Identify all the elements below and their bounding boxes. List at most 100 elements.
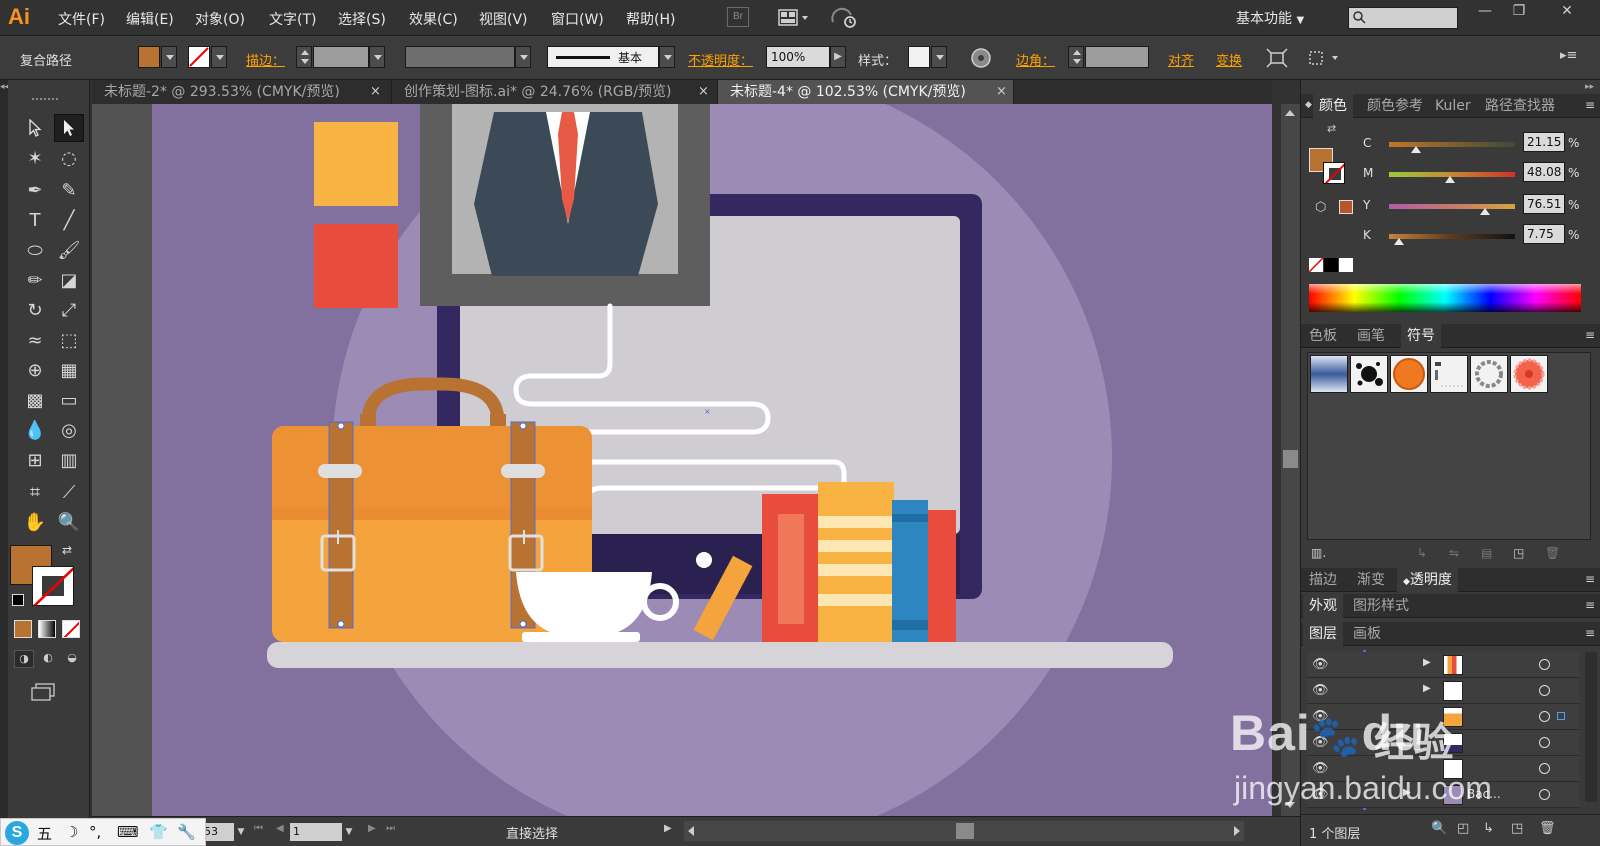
menu-file[interactable]: 文件(F) — [58, 9, 105, 29]
curvature-tool-icon[interactable]: ✎ — [54, 176, 84, 204]
draw-normal-icon[interactable]: ◑ — [14, 650, 34, 668]
menu-object[interactable]: 对象(O) — [195, 9, 245, 29]
corner-radius-stepper[interactable] — [1068, 46, 1084, 68]
layer-row[interactable]: 👁 ▶ — [1307, 678, 1579, 704]
artwork[interactable]: × — [92, 104, 1272, 816]
control-bar-menu-icon[interactable]: ▸≡ — [1560, 48, 1577, 63]
line-tool-icon[interactable]: ╱ — [54, 206, 84, 234]
opacity-arrow-icon[interactable]: ▶ — [830, 46, 846, 68]
corner-label[interactable]: 边角： — [1016, 50, 1055, 69]
tab-close-icon[interactable]: × — [996, 80, 1007, 104]
menu-window[interactable]: 窗口(W) — [551, 9, 604, 29]
magic-wand-tool-icon[interactable]: ✶ — [20, 144, 50, 172]
isolate-object-icon[interactable] — [1266, 48, 1288, 72]
layer-target-icon[interactable] — [1539, 685, 1550, 696]
swap-fill-stroke-icon[interactable]: ⇄ — [1327, 122, 1336, 135]
layer-row[interactable]: 👁 — [1307, 730, 1579, 756]
visibility-eye-icon[interactable]: 👁 — [1312, 787, 1329, 802]
first-artboard-icon[interactable]: ⏮ — [254, 823, 263, 834]
symbol-daisy[interactable] — [1510, 355, 1548, 393]
stroke-weight-dropdown[interactable] — [369, 46, 385, 68]
visibility-eye-icon[interactable]: 👁 — [1312, 735, 1329, 750]
scroll-down-icon[interactable] — [1285, 802, 1295, 808]
expand-arrow-icon[interactable]: ▶ — [1423, 683, 1431, 694]
gradient-tool-icon[interactable]: ▭ — [54, 386, 84, 414]
opacity-input[interactable]: 100% — [766, 46, 830, 68]
tab-graphic-styles[interactable]: 图形样式 — [1353, 594, 1409, 618]
artboard-dropdown[interactable]: ▼ — [342, 823, 356, 841]
symbol-note-card[interactable] — [1430, 355, 1468, 393]
tab-stroke[interactable]: 描边 — [1309, 568, 1337, 592]
new-layer-icon[interactable]: ◳ — [1511, 821, 1523, 836]
toolbox-grip[interactable] — [32, 98, 58, 102]
blend-tool-icon[interactable]: ◎ — [54, 416, 84, 444]
menu-effect[interactable]: 效果(C) — [409, 9, 458, 29]
sogou-logo[interactable]: S — [5, 821, 29, 845]
sync-settings-icon[interactable] — [830, 7, 860, 33]
out-of-gamut-icon[interactable]: ⬡ — [1315, 200, 1326, 215]
gradient-mode-button[interactable] — [38, 620, 56, 638]
symbol-library-icon[interactable]: ▥. — [1311, 546, 1326, 560]
pencil-tool-icon[interactable]: ✏ — [20, 266, 50, 294]
column-graph-tool-icon[interactable]: ▥ — [54, 446, 84, 474]
black-slider-thumb[interactable] — [1393, 238, 1404, 245]
tab-gradient[interactable]: 渐变 — [1357, 568, 1385, 592]
arrange-documents-icon[interactable] — [778, 8, 814, 32]
panel-menu-icon[interactable]: ≡ — [1585, 328, 1595, 342]
zoom-dropdown[interactable]: ▼ — [234, 823, 248, 841]
align-label[interactable]: 对齐 — [1168, 50, 1194, 69]
ime-punctuation-icon[interactable]: °, — [89, 823, 101, 841]
bridge-button[interactable]: Br — [727, 7, 749, 27]
stroke-swatch[interactable] — [188, 46, 210, 68]
tab-kuler[interactable]: Kuler — [1435, 94, 1471, 118]
canvas[interactable]: × — [92, 104, 1272, 816]
scroll-right-icon[interactable] — [1234, 826, 1240, 836]
visibility-eye-icon[interactable]: 👁 — [1312, 709, 1329, 724]
layer-target-icon[interactable] — [1539, 711, 1550, 722]
tab-close-icon[interactable]: × — [370, 80, 381, 104]
arrange-icon[interactable] — [1306, 48, 1344, 72]
variable-width-dropdown[interactable] — [515, 46, 531, 68]
cyan-slider-thumb[interactable] — [1410, 146, 1421, 153]
rotate-tool-icon[interactable]: ↻ — [20, 296, 50, 324]
warp-tool-icon[interactable]: ≈ — [20, 326, 50, 354]
tab-appearance[interactable]: 外观 — [1303, 594, 1343, 618]
minimize-button[interactable]: — — [1468, 0, 1502, 22]
layer-row[interactable]: 👁 ▶ — [1307, 652, 1579, 678]
stroke-weight-stepper[interactable] — [296, 46, 312, 68]
symbol-blue-banner[interactable] — [1310, 355, 1348, 393]
stroke-weight-input[interactable] — [313, 46, 369, 68]
zoom-tool-icon[interactable]: 🔍 — [54, 508, 84, 536]
tab-artboards[interactable]: 画板 — [1353, 622, 1381, 646]
artboard-tool-icon[interactable]: ⌗ — [20, 478, 50, 506]
slice-tool-icon[interactable]: ⟋ — [54, 478, 84, 506]
layers-scrollbar[interactable] — [1585, 652, 1597, 802]
make-clipping-mask-icon[interactable]: ◰ — [1457, 821, 1469, 836]
color-mode-button[interactable] — [14, 620, 32, 638]
tab-transparency[interactable]: ◆透明度 — [1397, 568, 1458, 592]
visibility-eye-icon[interactable]: 👁 — [1312, 761, 1329, 776]
ellipse-tool-icon[interactable]: ⬭ — [20, 236, 50, 264]
tab-untitled-4[interactable]: 未标题-4* @ 102.53% (CMYK/预览) × — [718, 80, 1014, 104]
shape-builder-tool-icon[interactable]: ⊕ — [20, 356, 50, 384]
tab-untitled-2[interactable]: 未标题-2* @ 293.53% (CMYK/预览) × — [92, 80, 392, 104]
symbol-options-icon[interactable]: ▤ — [1481, 546, 1492, 560]
symbol-sprayer-tool-icon[interactable]: ⊞ — [20, 446, 50, 474]
prev-artboard-icon[interactable]: ◀ — [276, 823, 284, 834]
free-transform-tool-icon[interactable]: ⬚ — [54, 326, 84, 354]
scroll-left-icon[interactable] — [688, 826, 694, 836]
tab-brushes[interactable]: 画笔 — [1357, 324, 1385, 348]
stroke-color-box[interactable] — [32, 566, 74, 606]
ime-input-mode[interactable]: 五 — [37, 823, 52, 844]
search-input[interactable] — [1348, 7, 1458, 29]
yellow-value[interactable]: 76.51 — [1523, 194, 1565, 214]
h-scroll-thumb[interactable] — [956, 823, 974, 839]
draw-inside-icon[interactable]: ◒ — [62, 650, 82, 668]
tab-color-guide[interactable]: 颜色参考 — [1367, 94, 1423, 118]
graphic-style-swatch[interactable] — [908, 46, 930, 68]
panel-stroke-box[interactable] — [1323, 162, 1345, 184]
screen-mode-icon[interactable] — [30, 682, 58, 702]
black-slider[interactable] — [1389, 234, 1515, 239]
perspective-grid-tool-icon[interactable]: ▦ — [54, 356, 84, 384]
cyan-slider[interactable] — [1389, 142, 1515, 147]
